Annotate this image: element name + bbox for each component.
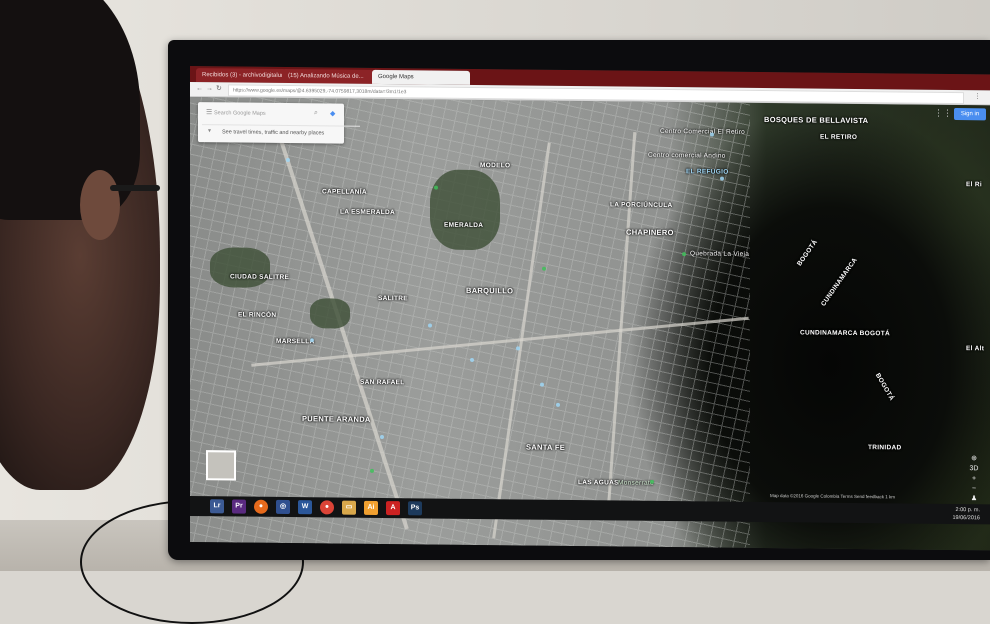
taskbar-clock[interactable]: 2:00 p. m. 19/06/2016 <box>952 506 980 522</box>
map-label: BOGOTÁ <box>873 372 896 403</box>
reload-icon[interactable]: ↻ <box>216 85 223 92</box>
map-label: EL RINCÓN <box>238 311 277 319</box>
monitor-screen: Recibidos (3) - archivodigitalun... (15)… <box>190 66 990 551</box>
map-label: EMERALDA <box>444 221 484 230</box>
map-label: Centro Comercial El Retiro <box>660 127 746 136</box>
map-label: SANTA FE <box>526 442 566 452</box>
directions-icon[interactable]: ◆ <box>330 109 335 117</box>
map-label: CUNDINAMARCA <box>820 256 859 308</box>
person-silhouette <box>0 0 190 590</box>
back-icon[interactable]: ← <box>196 85 203 92</box>
park-area <box>210 247 270 288</box>
map-label: CHAPINERO <box>626 227 674 238</box>
maps-search-box: ☰ Search Google Maps ⌕ ◆ ▾ See travel ti… <box>198 102 360 144</box>
place-marker[interactable] <box>556 402 560 407</box>
park-marker[interactable] <box>682 252 686 257</box>
acrobat-icon[interactable]: A <box>386 501 400 516</box>
sign-in-button[interactable]: Sign in <box>954 108 986 121</box>
folder-icon[interactable]: ▭ <box>342 500 356 515</box>
lightroom-icon[interactable]: Lr <box>210 499 224 514</box>
pegman-icon[interactable]: ♟ <box>966 494 982 504</box>
chrome-icon[interactable]: ● <box>320 500 334 515</box>
park-marker[interactable] <box>650 479 654 484</box>
map-label: EL REFUGIO <box>686 168 729 176</box>
map-label: TRINIDAD <box>868 444 902 452</box>
person-ear <box>80 170 120 240</box>
place-marker[interactable] <box>516 346 520 351</box>
map-layer-thumbnail[interactable] <box>206 450 236 481</box>
map-label: SALITRE <box>378 294 408 303</box>
park-marker[interactable] <box>542 266 546 271</box>
app-icon[interactable]: ◎ <box>276 499 290 515</box>
compass-icon[interactable]: ⊕ <box>966 454 982 464</box>
map-label: El Ri <box>966 181 982 189</box>
tab-google-maps[interactable]: Google Maps <box>372 69 470 85</box>
map-label: BOSQUES DE BELLAVISTA <box>764 115 869 126</box>
map-label: SAN RAFAEL <box>360 378 405 387</box>
firefox-icon[interactable]: ● <box>254 499 268 514</box>
map-label: El Alt <box>966 345 985 353</box>
park-area <box>430 169 500 251</box>
satellite-map[interactable]: BOSQUES DE BELLAVISTA EL RETIRO EL REFUG… <box>190 97 990 551</box>
word-icon[interactable]: W <box>298 500 312 515</box>
park-area <box>310 298 350 329</box>
place-marker[interactable] <box>380 434 384 440</box>
menu-icon[interactable]: ⋮ <box>974 93 981 100</box>
photoshop-icon[interactable]: Ps <box>408 501 422 516</box>
place-marker[interactable] <box>286 158 290 163</box>
forward-icon[interactable]: → <box>206 85 213 92</box>
map-label: LA ESMERALDA <box>340 208 395 217</box>
map-label: Centro comercial Andino <box>648 151 726 160</box>
map-label: CUNDINAMARCA BOGOTÁ <box>800 329 890 338</box>
map-label: LA PORCIÚNCULA <box>610 201 673 210</box>
place-marker[interactable] <box>310 338 314 343</box>
map-label: LAS AGUAS <box>578 479 619 487</box>
3d-toggle-icon[interactable]: 3D <box>966 464 982 474</box>
place-marker[interactable] <box>720 176 724 181</box>
park-marker[interactable] <box>434 185 438 190</box>
map-label: Monserrate <box>618 479 654 487</box>
place-marker[interactable] <box>540 382 544 387</box>
illustrator-icon[interactable]: Ai <box>364 500 378 515</box>
eyeglasses <box>110 185 160 191</box>
map-label: MODELO <box>480 162 511 170</box>
map-label: EL RETIRO <box>820 133 858 141</box>
clock-time: 2:00 p. m. <box>955 507 980 514</box>
map-label: Quebrada La Vieja <box>690 250 750 258</box>
tab-gmail[interactable]: Recibidos (3) - archivodigitalun... <box>196 68 286 84</box>
street-grid <box>190 97 750 548</box>
place-marker[interactable] <box>428 323 432 328</box>
map-label: BARQUILLO <box>466 285 514 296</box>
travel-times-hint[interactable]: See travel times, traffic and nearby pla… <box>202 124 360 141</box>
zoom-out-icon[interactable]: − <box>966 484 982 494</box>
apps-grid-icon[interactable]: ⋮⋮ <box>934 108 952 118</box>
map-label: BOGOTÁ <box>796 238 820 268</box>
zoom-in-icon[interactable]: + <box>966 474 982 484</box>
map-label: MARSELLA <box>276 337 315 346</box>
map-label: CAPELLANÍA <box>322 188 367 196</box>
place-marker[interactable] <box>470 357 474 362</box>
map-label: CIUDAD SALITRE <box>230 273 290 282</box>
place-marker[interactable] <box>710 132 714 137</box>
clock-date: 19/06/2016 <box>952 514 980 522</box>
park-marker[interactable] <box>370 468 374 473</box>
map-label: PUENTE ARANDA <box>302 414 371 424</box>
search-icon[interactable]: ⌕ <box>314 109 318 117</box>
tab-youtube[interactable]: (15) Analizando Música de... <box>282 68 376 84</box>
premiere-icon[interactable]: Pr <box>232 499 246 514</box>
